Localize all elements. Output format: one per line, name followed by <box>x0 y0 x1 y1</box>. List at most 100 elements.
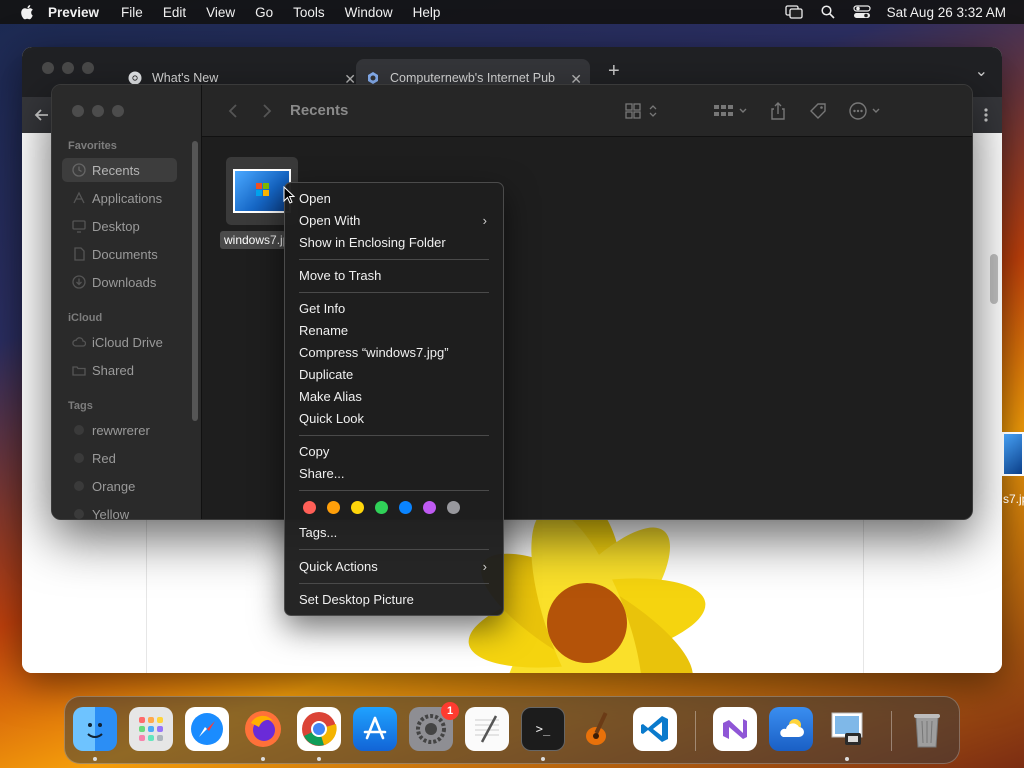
tag-color-blue[interactable] <box>399 501 412 514</box>
menu-clock[interactable]: Sat Aug 26 3:32 AM <box>887 5 1006 20</box>
menu-item-quick-actions[interactable]: Quick Actions <box>299 557 378 577</box>
menu-separator <box>299 583 489 584</box>
share-icon[interactable] <box>768 101 788 121</box>
sidebar-tag-red[interactable]: Red <box>62 446 177 470</box>
view-grid-icon[interactable] <box>624 101 662 121</box>
finder-zoom-button[interactable] <box>112 105 124 117</box>
dock-terminal-icon[interactable]: >_ <box>521 707 565 751</box>
sidebar-item-desktop[interactable]: Desktop <box>62 214 177 238</box>
sidebar-tag-yellow[interactable]: Yellow <box>62 502 177 519</box>
menu-item-copy[interactable]: Copy <box>299 442 329 462</box>
dock-weather-icon[interactable] <box>769 707 813 751</box>
menu-item-set-desktop-picture[interactable]: Set Desktop Picture <box>299 590 414 610</box>
menu-view[interactable]: View <box>206 5 235 20</box>
sidebar-item-shared[interactable]: Shared <box>62 358 177 382</box>
back-chevron-icon[interactable] <box>224 101 244 121</box>
dock-running-indicator <box>541 757 545 761</box>
file-name-label[interactable]: windows7.jpg <box>220 231 286 249</box>
window-minimize-button[interactable] <box>62 62 74 74</box>
finder-close-button[interactable] <box>72 105 84 117</box>
menu-item-quick-look[interactable]: Quick Look <box>299 409 364 429</box>
dock-firefox-icon[interactable] <box>241 707 285 751</box>
menu-tools[interactable]: Tools <box>293 5 325 20</box>
windows-logo-icon <box>256 183 269 196</box>
menu-file[interactable]: File <box>121 5 143 20</box>
dock-textedit-icon[interactable] <box>465 707 509 751</box>
page-scrollbar[interactable] <box>990 254 998 304</box>
menu-edit[interactable]: Edit <box>163 5 186 20</box>
sidebar-item-label: Recents <box>92 162 140 178</box>
menu-help[interactable]: Help <box>413 5 441 20</box>
forward-chevron-icon[interactable] <box>256 101 276 121</box>
tag-color-orange[interactable] <box>327 501 340 514</box>
sidebar-tag-rewwrerer[interactable]: rewwrerer <box>62 418 177 442</box>
dock: 1 >_ <box>64 696 960 764</box>
tag-color-purple[interactable] <box>423 501 436 514</box>
menu-bar: Preview File Edit View Go Tools Window H… <box>0 0 1024 24</box>
finder-minimize-button[interactable] <box>92 105 104 117</box>
dock-finder-icon[interactable] <box>73 707 117 751</box>
menu-separator <box>299 490 489 491</box>
chrome-menu-icon[interactable] <box>984 107 988 123</box>
dock-launchpad-icon[interactable] <box>129 707 173 751</box>
sidebar-item-icloud-drive[interactable]: iCloud Drive <box>62 330 177 354</box>
back-arrow-icon[interactable] <box>34 107 50 123</box>
dock-divider <box>695 711 696 751</box>
tab-search-chevron-icon[interactable]: ⌄ <box>975 61 988 81</box>
dock-running-indicator <box>261 757 265 761</box>
menu-window[interactable]: Window <box>345 5 393 20</box>
menu-item-move-to-trash[interactable]: Move to Trash <box>299 266 381 286</box>
dock-trash-icon[interactable] <box>905 707 949 751</box>
menu-item-get-info[interactable]: Get Info <box>299 299 345 319</box>
menu-separator <box>299 435 489 436</box>
tag-color-gray[interactable] <box>447 501 460 514</box>
menu-app-name[interactable]: Preview <box>48 5 99 20</box>
menu-item-tags[interactable]: Tags... <box>299 523 337 543</box>
desktop-icon <box>72 220 86 233</box>
control-center-icon[interactable] <box>853 5 871 19</box>
menu-item-open[interactable]: Open <box>299 189 331 209</box>
dock-garageband-icon[interactable] <box>577 707 621 751</box>
sidebar-item-recents[interactable]: Recents <box>62 158 177 182</box>
sidebar-item-applications[interactable]: Applications <box>62 186 177 210</box>
sidebar-scrollbar[interactable] <box>192 141 198 421</box>
apple-menu-icon[interactable] <box>20 4 34 20</box>
dock-vscode-icon[interactable] <box>633 707 677 751</box>
tag-color-red[interactable] <box>303 501 316 514</box>
menu-item-share[interactable]: Share... <box>299 464 345 484</box>
dock-chrome-icon[interactable] <box>297 707 341 751</box>
sidebar-tag-orange[interactable]: Orange <box>62 474 177 498</box>
shared-folder-icon <box>72 366 86 376</box>
menu-item-compress[interactable]: Compress “windows7.jpg” <box>299 343 449 363</box>
sidebar-item-documents[interactable]: Documents <box>62 242 177 266</box>
sidebar-item-downloads[interactable]: Downloads <box>62 270 177 294</box>
menu-separator <box>299 292 489 293</box>
sidebar-item-label: Orange <box>92 478 136 494</box>
tag-color-green[interactable] <box>375 501 388 514</box>
menu-item-rename[interactable]: Rename <box>299 321 348 341</box>
dock-visual-studio-icon[interactable] <box>713 707 757 751</box>
new-tab-button[interactable]: + <box>608 60 620 83</box>
dock-preview-icon[interactable] <box>825 707 869 751</box>
menu-item-duplicate[interactable]: Duplicate <box>299 365 353 385</box>
tag-dot-icon <box>74 453 84 463</box>
desktop-file-label[interactable]: s7.jp <box>1003 492 1024 506</box>
group-by-icon[interactable] <box>712 101 752 121</box>
dock-app-store-icon[interactable] <box>353 707 397 751</box>
dock-safari-icon[interactable] <box>185 707 229 751</box>
window-close-button[interactable] <box>42 62 54 74</box>
tag-color-yellow[interactable] <box>351 501 364 514</box>
dock-running-indicator <box>845 757 849 761</box>
menu-go[interactable]: Go <box>255 5 273 20</box>
menu-separator <box>299 549 489 550</box>
more-actions-icon[interactable] <box>848 101 888 121</box>
menu-item-open-with[interactable]: Open With <box>299 211 360 231</box>
window-zoom-button[interactable] <box>82 62 94 74</box>
menu-item-show-in-enclosing-folder[interactable]: Show in Enclosing Folder <box>299 233 446 253</box>
menu-item-make-alias[interactable]: Make Alias <box>299 387 362 407</box>
desktop-file-thumbnail[interactable] <box>1002 432 1024 476</box>
screen-mirroring-icon[interactable] <box>785 5 803 19</box>
sidebar-item-label: Red <box>92 450 116 466</box>
tag-icon[interactable] <box>808 101 828 121</box>
spotlight-search-icon[interactable] <box>819 5 837 19</box>
